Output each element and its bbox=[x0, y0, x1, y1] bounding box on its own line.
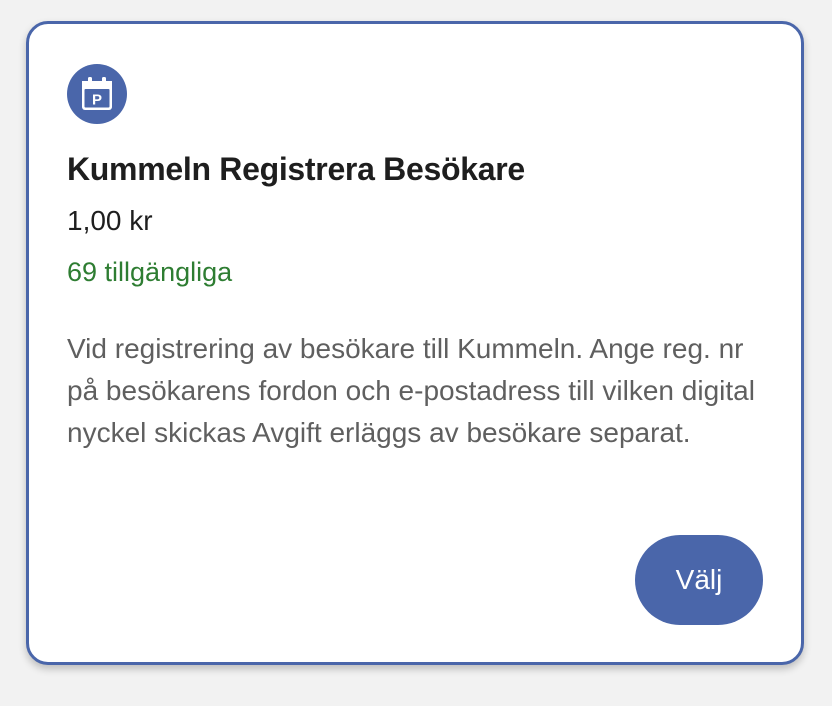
price-label: 1,00 kr bbox=[67, 205, 153, 236]
card-title: Kummeln Registrera Besökare bbox=[67, 151, 525, 187]
parking-calendar-icon-graphic: P bbox=[82, 77, 112, 110]
availability-label: 69 tillgängliga bbox=[67, 257, 233, 287]
parking-calendar-icon: P bbox=[67, 64, 127, 124]
select-button[interactable]: Välj bbox=[635, 535, 763, 625]
parking-letter: P bbox=[92, 92, 102, 109]
product-card: P Kummeln Registrera Besökare 1,00 kr 69… bbox=[26, 21, 804, 665]
card-description: Vid registrering av besökare till Kummel… bbox=[67, 333, 755, 448]
